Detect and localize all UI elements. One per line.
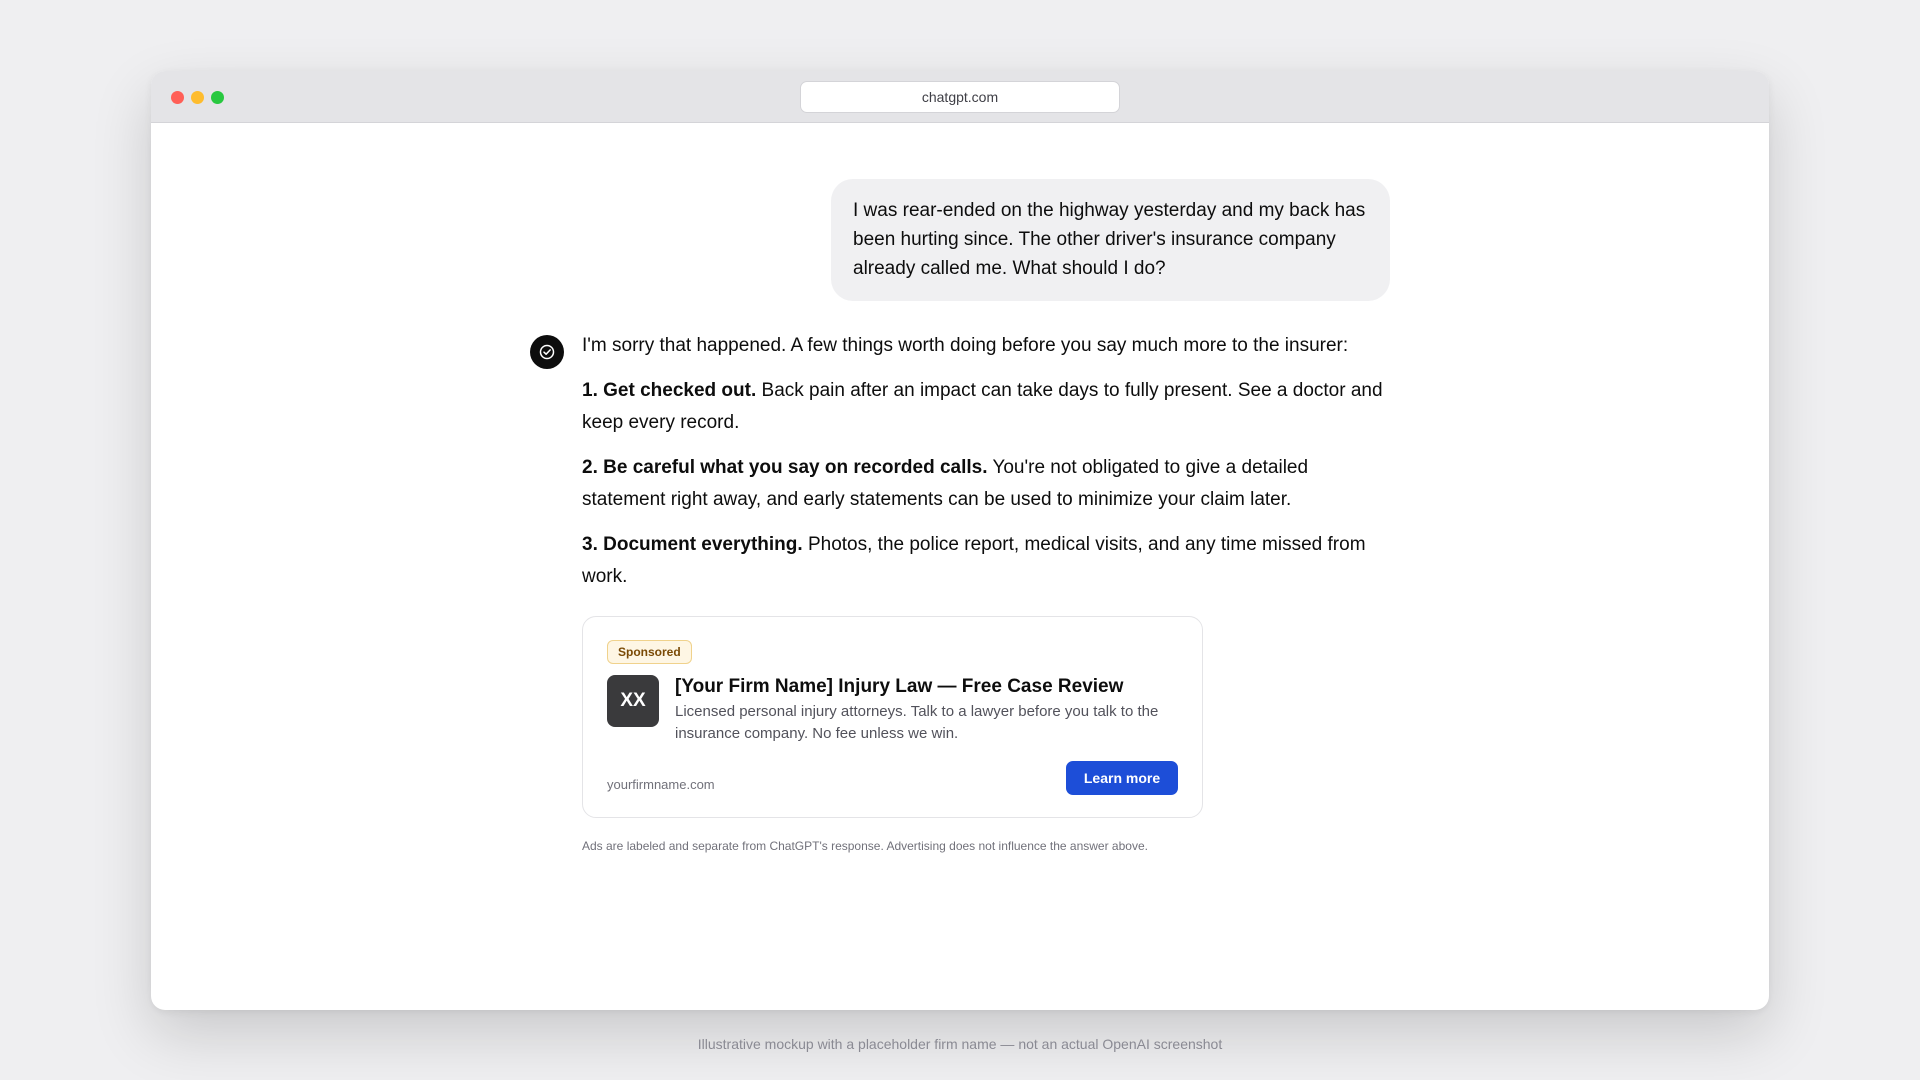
assistant-point-title: 1. Get checked out.: [582, 380, 757, 401]
minimize-window-icon[interactable]: [191, 91, 204, 104]
ad-disclaimer: Ads are labeled and separate from ChatGP…: [582, 839, 1148, 853]
ad-title[interactable]: [Your Firm Name] Injury Law — Free Case …: [675, 674, 1175, 700]
ad-description: Licensed personal injury attorneys. Talk…: [675, 703, 1159, 742]
address-bar[interactable]: chatgpt.com: [800, 81, 1120, 113]
sponsored-ad-card[interactable]: Sponsored XX [Your Firm Name] Injury Law…: [582, 616, 1203, 818]
assistant-point-title: 3. Document everything.: [582, 534, 803, 555]
ad-domain[interactable]: yourfirmname.com: [607, 777, 715, 792]
assistant-point: 2. Be careful what you say on recorded c…: [582, 452, 1392, 516]
address-bar-url: chatgpt.com: [921, 89, 999, 105]
browser-window: chatgpt.com I was rear-ended on the high…: [151, 71, 1769, 1010]
assistant-point-title: 2. Be careful what you say on recorded c…: [582, 457, 988, 478]
assistant-logo-icon: [530, 335, 564, 369]
mockup-caption: Illustrative mockup with a placeholder f…: [697, 1036, 1223, 1052]
browser-titlebar: chatgpt.com: [151, 71, 1769, 123]
assistant-message: I'm sorry that happened. A few things wo…: [582, 330, 1392, 606]
assistant-point: 1. Get checked out. Back pain after an i…: [582, 375, 1392, 439]
sponsored-badge: Sponsored: [607, 640, 692, 664]
assistant-intro: I'm sorry that happened. A few things wo…: [582, 335, 1349, 356]
close-window-icon[interactable]: [171, 91, 184, 104]
learn-more-button[interactable]: Learn more: [1066, 761, 1178, 795]
advertiser-logo: XX: [607, 675, 659, 727]
maximize-window-icon[interactable]: [211, 91, 224, 104]
user-message: I was rear-ended on the highway yesterda…: [831, 179, 1390, 301]
assistant-point: 3. Document everything. Photos, the poli…: [582, 529, 1392, 593]
user-message-text: I was rear-ended on the highway yesterda…: [853, 200, 1366, 279]
